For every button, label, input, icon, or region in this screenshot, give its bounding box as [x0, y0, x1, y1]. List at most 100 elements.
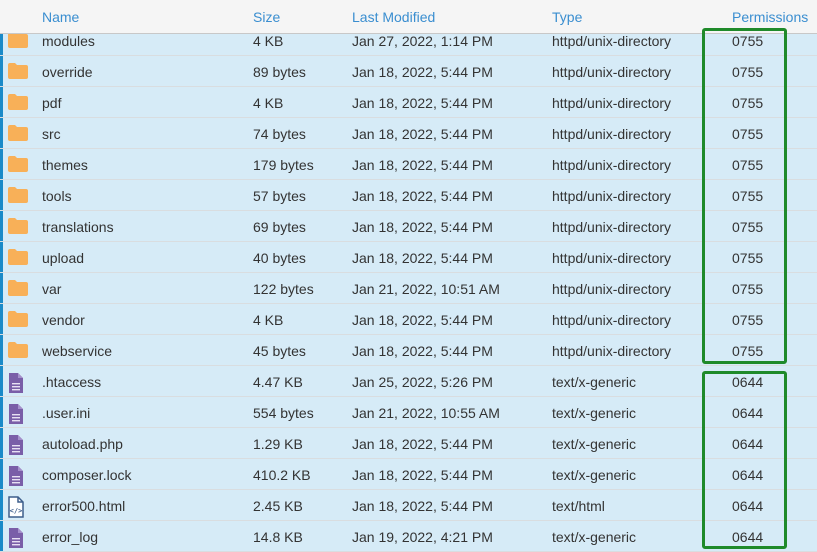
file-name[interactable]: webservice [42, 343, 112, 359]
file-row[interactable]: autoload.php 1.29 KB Jan 18, 2022, 5:44 PM… [0, 428, 817, 459]
file-row[interactable]: .user.ini 554 bytes Jan 21, 2022, 10:55 AM… [0, 397, 817, 428]
file-row[interactable]: var 122 bytes Jan 21, 2022, 10:51 AM httpd/… [0, 273, 817, 304]
file-name[interactable]: modules [42, 33, 95, 49]
file-name[interactable]: error_log [42, 529, 98, 545]
file-list: modules 4 KB Jan 27, 2022, 1:14 PM httpd/un… [0, 25, 817, 552]
file-permissions[interactable]: 0755 [732, 33, 763, 49]
file-last-modified: Jan 18, 2022, 5:44 PM [352, 188, 493, 204]
file-permissions[interactable]: 0755 [732, 157, 763, 173]
file-last-modified: Jan 18, 2022, 5:44 PM [352, 312, 493, 328]
file-name[interactable]: autoload.php [42, 436, 123, 452]
file-row[interactable]: webservice 45 bytes Jan 18, 2022, 5:44 PM h… [0, 335, 817, 366]
file-type: text/x-generic [552, 436, 637, 452]
file-type: httpd/unix-directory [552, 64, 672, 80]
file-name[interactable]: .user.ini [42, 405, 90, 421]
file-permissions[interactable]: 0755 [732, 312, 763, 328]
file-name[interactable]: override [42, 64, 93, 80]
file-permissions[interactable]: 0644 [732, 374, 763, 390]
file-size: 4 KB [253, 95, 284, 111]
file-type: httpd/unix-directory [552, 312, 672, 328]
file-type: httpd/unix-directory [552, 343, 672, 359]
file-size: 122 bytes [253, 281, 314, 297]
column-header-last-modified[interactable]: Last Modified [352, 9, 435, 25]
file-row[interactable]: pdf 4 KB Jan 18, 2022, 5:44 PM httpd/unix-d… [0, 87, 817, 118]
column-header-permissions[interactable]: Permissions [732, 9, 808, 25]
file-row[interactable]: error_log 14.8 KB Jan 19, 2022, 4:21 PM tex… [0, 521, 817, 552]
file-name[interactable]: themes [42, 157, 88, 173]
file-row[interactable]: .htaccess 4.47 KB Jan 25, 2022, 5:26 PM tex… [0, 366, 817, 397]
file-last-modified: Jan 18, 2022, 5:44 PM [352, 126, 493, 142]
file-permissions[interactable]: 0644 [732, 529, 763, 545]
column-header-size[interactable]: Size [253, 9, 280, 25]
file-type: httpd/unix-directory [552, 281, 672, 297]
file-name[interactable]: var [42, 281, 61, 297]
file-permissions[interactable]: 0755 [732, 188, 763, 204]
file-name[interactable]: upload [42, 250, 84, 266]
file-name[interactable]: src [42, 126, 61, 142]
file-type: text/x-generic [552, 529, 637, 545]
file-permissions[interactable]: 0755 [732, 343, 763, 359]
file-size: 74 bytes [253, 126, 306, 142]
file-type: httpd/unix-directory [552, 33, 672, 49]
file-type: text/html [552, 498, 605, 514]
text-file-icon [7, 434, 25, 459]
text-file-icon [7, 372, 25, 397]
file-permissions[interactable]: 0755 [732, 250, 763, 266]
html-file-icon: </> [7, 496, 25, 521]
file-row[interactable]: themes 179 bytes Jan 18, 2022, 5:44 PM http… [0, 149, 817, 180]
folder-icon [7, 186, 29, 207]
file-name[interactable]: error500.html [42, 498, 125, 514]
file-permissions[interactable]: 0644 [732, 498, 763, 514]
file-row[interactable]: override 89 bytes Jan 18, 2022, 5:44 PM htt… [0, 56, 817, 87]
file-size: 14.8 KB [253, 529, 303, 545]
file-last-modified: Jan 18, 2022, 5:44 PM [352, 64, 493, 80]
file-size: 1.29 KB [253, 436, 303, 452]
file-permissions[interactable]: 0755 [732, 126, 763, 142]
file-size: 2.45 KB [253, 498, 303, 514]
file-row[interactable]: tools 57 bytes Jan 18, 2022, 5:44 PM httpd/… [0, 180, 817, 211]
file-name[interactable]: pdf [42, 95, 61, 111]
file-last-modified: Jan 18, 2022, 5:44 PM [352, 343, 493, 359]
file-size: 57 bytes [253, 188, 306, 204]
file-type: httpd/unix-directory [552, 126, 672, 142]
file-permissions[interactable]: 0644 [732, 436, 763, 452]
file-name[interactable]: .htaccess [42, 374, 101, 390]
file-last-modified: Jan 21, 2022, 10:55 AM [352, 405, 500, 421]
folder-icon [7, 341, 29, 362]
column-header-type[interactable]: Type [552, 9, 582, 25]
folder-icon [7, 93, 29, 114]
file-type: httpd/unix-directory [552, 188, 672, 204]
file-size: 4 KB [253, 33, 284, 49]
file-size: 554 bytes [253, 405, 314, 421]
file-name[interactable]: tools [42, 188, 72, 204]
file-name[interactable]: translations [42, 219, 114, 235]
file-last-modified: Jan 18, 2022, 5:44 PM [352, 219, 493, 235]
file-row[interactable]: src 74 bytes Jan 18, 2022, 5:44 PM httpd/un… [0, 118, 817, 149]
file-row[interactable]: composer.lock 410.2 KB Jan 18, 2022, 5:44 … [0, 459, 817, 490]
file-row[interactable]: vendor 4 KB Jan 18, 2022, 5:44 PM httpd/uni… [0, 304, 817, 335]
file-size: 40 bytes [253, 250, 306, 266]
file-permissions[interactable]: 0755 [732, 281, 763, 297]
file-permissions[interactable]: 0755 [732, 95, 763, 111]
file-row[interactable]: translations 69 bytes Jan 18, 2022, 5:44 P… [0, 211, 817, 242]
folder-icon [7, 124, 29, 145]
file-row[interactable]: </> error500.html 2.45 KB Jan 18, 2022, 5:4… [0, 490, 817, 521]
file-name[interactable]: composer.lock [42, 467, 131, 483]
text-file-icon [7, 465, 25, 490]
file-row[interactable]: upload 40 bytes Jan 18, 2022, 5:44 PM httpd… [0, 242, 817, 273]
file-type: httpd/unix-directory [552, 219, 672, 235]
file-last-modified: Jan 25, 2022, 5:26 PM [352, 374, 493, 390]
folder-icon [7, 31, 29, 52]
file-permissions[interactable]: 0755 [732, 64, 763, 80]
file-table-header: Name Size Last Modified Type Permissions [0, 0, 817, 34]
file-last-modified: Jan 18, 2022, 5:44 PM [352, 157, 493, 173]
folder-icon [7, 62, 29, 83]
file-permissions[interactable]: 0755 [732, 219, 763, 235]
file-name[interactable]: vendor [42, 312, 85, 328]
column-header-name[interactable]: Name [42, 9, 79, 25]
folder-icon [7, 155, 29, 176]
file-permissions[interactable]: 0644 [732, 467, 763, 483]
folder-icon [7, 217, 29, 238]
file-size: 89 bytes [253, 64, 306, 80]
file-permissions[interactable]: 0644 [732, 405, 763, 421]
